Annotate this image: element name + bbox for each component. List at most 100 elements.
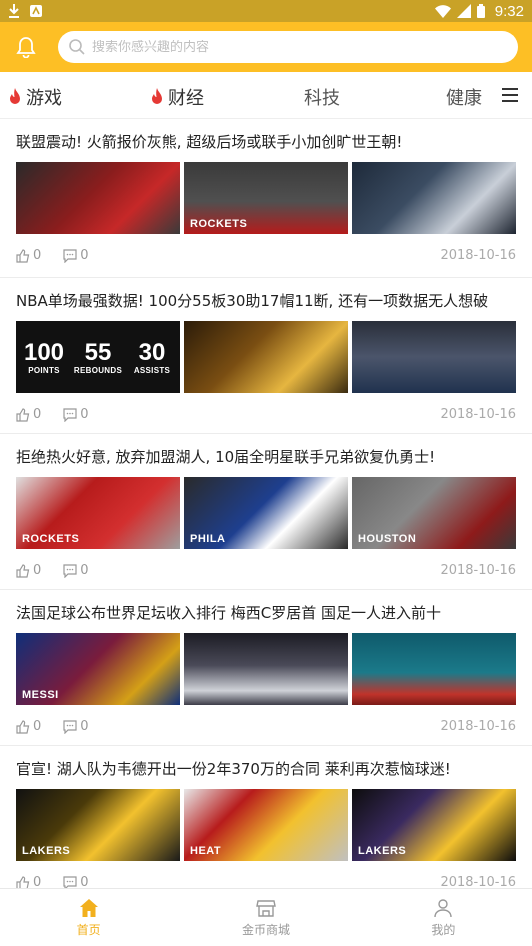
news-feed[interactable]: 联盟震动! 火箭报价灰熊, 超级后场或联手小加创旷世王朝! ROCKETS 0 …: [0, 119, 532, 904]
tab-tech[interactable]: 科技: [304, 84, 340, 110]
category-tabs: 游戏 财经 科技 健康: [0, 72, 532, 119]
article-thumbnail[interactable]: LAKERS: [352, 789, 516, 861]
article-thumbnail[interactable]: HEAT: [184, 789, 348, 861]
thumbnail-caption: LAKERS: [358, 845, 407, 857]
article-card[interactable]: NBA单场最强数据! 100分55板30助17帽11断, 还有一项数据无人想破 …: [0, 278, 532, 434]
clock: 9:32: [494, 2, 524, 20]
article-card[interactable]: 拒绝热火好意, 放弃加盟湖人, 10届全明星联手兄弟欲复仇勇士! ROCKETS…: [0, 434, 532, 590]
article-card[interactable]: 联盟震动! 火箭报价灰熊, 超级后场或联手小加创旷世王朝! ROCKETS 0 …: [0, 119, 532, 278]
tab-label: 游戏: [26, 88, 62, 109]
comment-icon: [63, 719, 77, 734]
article-card[interactable]: 官宣! 湖人队为韦德开出一份2年370万的合同 莱利再次惹恼球迷! LAKERS…: [0, 746, 532, 902]
thumbnail-caption: HEAT: [190, 845, 222, 857]
tab-games[interactable]: 游戏: [8, 84, 62, 110]
article-title[interactable]: 法国足球公布世界足坛收入排行 梅西C罗居首 国足一人进入前十: [16, 602, 516, 624]
article-card[interactable]: 法国足球公布世界足坛收入排行 梅西C罗居首 国足一人进入前十 MESSI 0 0…: [0, 590, 532, 746]
tab-health[interactable]: 健康: [446, 84, 482, 110]
thumbnail-caption: LAKERS: [22, 845, 71, 857]
home-icon: [79, 898, 98, 917]
article-title[interactable]: 联盟震动! 火箭报价灰熊, 超级后场或联手小加创旷世王朝!: [16, 131, 516, 153]
comment-icon: [63, 248, 77, 263]
article-thumbnail[interactable]: [352, 162, 516, 234]
article-thumbnail[interactable]: 100 POINTS 55 REBOUNDS 30 ASSISTS: [16, 321, 180, 393]
bell-icon[interactable]: [14, 35, 38, 59]
article-thumbnail[interactable]: [16, 162, 180, 234]
comment-count: 0: [80, 563, 89, 578]
stat-rebounds: 55 REBOUNDS: [73, 338, 123, 375]
tab-label: 科技: [304, 88, 340, 109]
bottom-nav: 首页 金币商城 我的: [0, 888, 532, 946]
article-title[interactable]: 拒绝热火好意, 放弃加盟湖人, 10届全明星联手兄弟欲复仇勇士!: [16, 446, 516, 468]
thumbs-up-icon: [16, 248, 30, 263]
comment-icon: [63, 563, 77, 578]
app-header: [0, 22, 532, 72]
nav-label: 金币商城: [241, 922, 290, 937]
flame-icon: [152, 88, 162, 104]
search-input[interactable]: [92, 39, 508, 55]
stat-points: 100 POINTS: [23, 338, 65, 375]
nav-profile[interactable]: 我的: [355, 889, 532, 946]
search-bar[interactable]: [58, 31, 518, 63]
thumbnail-caption: ROCKETS: [22, 533, 80, 545]
article-title[interactable]: 官宣! 湖人队为韦德开出一份2年370万的合同 莱利再次惹恼球迷!: [16, 758, 516, 780]
like-count: 0: [33, 563, 42, 578]
like-count: 0: [33, 407, 42, 422]
article-date: 2018-10-16: [440, 719, 516, 734]
battery-icon: [476, 4, 485, 18]
article-thumbnail[interactable]: HOUSTON: [352, 477, 516, 549]
search-icon: [69, 39, 85, 55]
app-icon: [30, 5, 42, 17]
like-button[interactable]: 0: [16, 407, 41, 422]
article-thumbnail[interactable]: [352, 633, 516, 705]
thumbnail-caption: ROCKETS: [190, 218, 248, 230]
article-date: 2018-10-16: [440, 407, 516, 422]
thumbs-up-icon: [16, 563, 30, 578]
article-thumbnail[interactable]: LAKERS: [16, 789, 180, 861]
article-thumbnail[interactable]: ROCKETS: [184, 162, 348, 234]
article-thumbnail[interactable]: [184, 633, 348, 705]
store-icon: [256, 899, 276, 917]
article-thumbnail[interactable]: PHILA: [184, 477, 348, 549]
comment-button[interactable]: 0: [63, 719, 89, 734]
nav-home[interactable]: 首页: [0, 889, 177, 946]
like-count: 0: [33, 248, 42, 263]
comment-count: 0: [80, 407, 89, 422]
article-title[interactable]: NBA单场最强数据! 100分55板30助17帽11断, 还有一项数据无人想破: [16, 290, 516, 312]
comment-icon: [63, 407, 77, 422]
tab-label: 健康: [446, 88, 482, 109]
article-date: 2018-10-16: [440, 563, 516, 578]
flame-icon: [10, 88, 20, 104]
nav-label: 我的: [431, 922, 456, 937]
comment-button[interactable]: 0: [63, 563, 89, 578]
tab-label: 财经: [168, 88, 204, 109]
nav-label: 首页: [76, 922, 101, 937]
signal-icon: [456, 4, 471, 18]
thumbs-up-icon: [16, 407, 30, 422]
comment-button[interactable]: 0: [63, 248, 89, 263]
status-bar: 9:32: [0, 0, 532, 22]
thumbnail-caption: MESSI: [22, 689, 59, 701]
like-count: 0: [33, 719, 42, 734]
like-button[interactable]: 0: [16, 563, 41, 578]
app-screen: 9:32 游戏 财经 科技 健康 联盟震动! 火: [0, 0, 532, 946]
article-thumbnail[interactable]: ROCKETS: [16, 477, 180, 549]
article-thumbnail[interactable]: [184, 321, 348, 393]
stat-assists: 30 ASSISTS: [133, 338, 171, 375]
download-icon: [9, 4, 19, 18]
thumbnail-caption: PHILA: [190, 533, 226, 545]
comment-button[interactable]: 0: [63, 407, 89, 422]
like-button[interactable]: 0: [16, 248, 41, 263]
profile-icon: [434, 898, 453, 917]
thumbs-up-icon: [16, 719, 30, 734]
wifi-icon: [434, 4, 451, 18]
thumbnail-caption: HOUSTON: [358, 533, 417, 545]
comment-count: 0: [80, 719, 89, 734]
article-thumbnail[interactable]: [352, 321, 516, 393]
tab-finance[interactable]: 财经: [150, 84, 204, 110]
menu-icon[interactable]: [502, 88, 518, 102]
article-thumbnail[interactable]: MESSI: [16, 633, 180, 705]
like-button[interactable]: 0: [16, 719, 41, 734]
nav-store[interactable]: 金币商城: [177, 889, 354, 946]
article-date: 2018-10-16: [440, 248, 516, 263]
comment-count: 0: [80, 248, 89, 263]
